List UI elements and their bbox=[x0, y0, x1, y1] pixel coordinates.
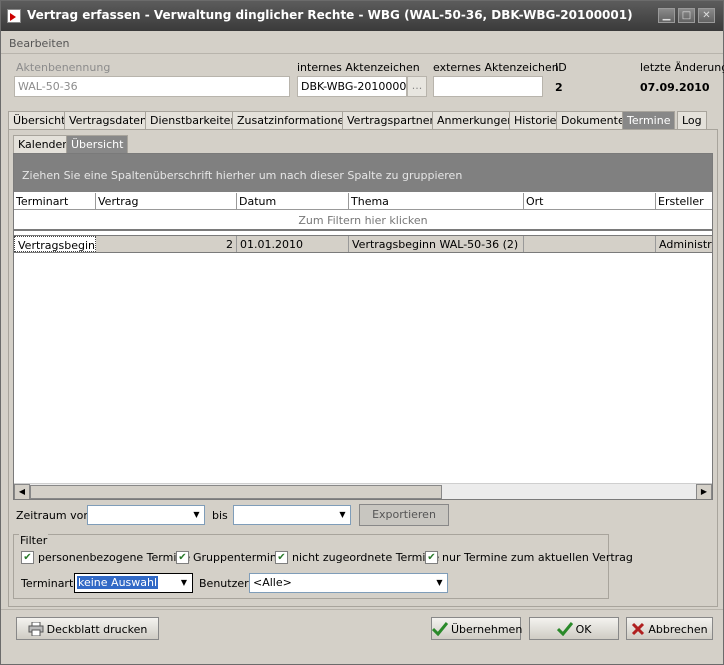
apply-label: Übernehmen bbox=[451, 623, 523, 636]
print-cover-button[interactable]: Deckblatt drucken bbox=[16, 617, 159, 640]
export-button[interactable]: Exportieren bbox=[359, 504, 449, 526]
aktenbenennung-label: Aktenbenennung bbox=[16, 61, 111, 74]
checkmark-icon bbox=[432, 622, 448, 636]
tab-uebersicht[interactable]: Übersicht bbox=[8, 111, 71, 129]
zeitraum-von-label: Zeitraum von bbox=[16, 509, 91, 522]
tab-vertragsdaten[interactable]: Vertragsdaten bbox=[64, 111, 153, 129]
checkmark-icon bbox=[556, 622, 573, 636]
print-cover-label: Deckblatt drucken bbox=[46, 623, 148, 636]
col-ort[interactable]: Ort bbox=[524, 193, 656, 210]
close-button[interactable]: ✕ bbox=[698, 8, 715, 23]
personenbezogene-termine-label[interactable]: personenbezogene Termine bbox=[38, 551, 190, 564]
tab-dienstbarkeiten[interactable]: Dienstbarkeiten bbox=[145, 111, 243, 129]
close-icon bbox=[632, 622, 645, 636]
minimize-button[interactable]: ▁ bbox=[658, 8, 675, 23]
scroll-left-icon[interactable]: ◀ bbox=[14, 484, 30, 499]
cancel-button[interactable]: Abbrechen bbox=[626, 617, 713, 640]
grid-header: Terminart Vertrag Datum Thema Ort Erstel… bbox=[14, 193, 712, 210]
id-value: 2 bbox=[555, 81, 563, 94]
check-icon[interactable]: ✔ bbox=[21, 551, 34, 564]
check-icon[interactable]: ✔ bbox=[275, 551, 288, 564]
gruppentermine-label[interactable]: Gruppentermine bbox=[193, 551, 284, 564]
terminart-value: keine Auswahl bbox=[77, 576, 159, 589]
internes-aktenzeichen-field[interactable]: DBK-WBG-20100001 bbox=[297, 76, 407, 97]
tab-dokumente[interactable]: Dokumente bbox=[556, 111, 630, 129]
tab-historie[interactable]: Historie bbox=[509, 111, 562, 129]
window-title: Vertrag erfassen - Verwaltung dinglicher… bbox=[27, 8, 633, 22]
check-icon[interactable]: ✔ bbox=[176, 551, 189, 564]
separator bbox=[1, 609, 723, 610]
nicht-zugeordnete-termine-label[interactable]: nicht zugeordnete Termine bbox=[292, 551, 439, 564]
app-icon bbox=[7, 9, 21, 23]
tab-anmerkungen[interactable]: Anmerkungen bbox=[432, 111, 520, 129]
printer-icon bbox=[28, 622, 44, 636]
aktenbenennung-field[interactable]: WAL-50-36 bbox=[14, 76, 290, 97]
col-ersteller[interactable]: Ersteller bbox=[656, 193, 712, 210]
group-by-panel[interactable]: Ziehen Sie eine Spaltenüberschrift hierh… bbox=[14, 154, 712, 192]
letzte-aenderung-value: 07.09.2010 bbox=[640, 81, 710, 94]
chevron-down-icon[interactable]: ▼ bbox=[177, 575, 191, 591]
tab-termine[interactable]: Termine bbox=[622, 111, 676, 130]
table-row[interactable]: Vertragsbeginn 2 01.01.2010 Vertragsbegi… bbox=[14, 235, 712, 253]
externes-aktenzeichen-field[interactable] bbox=[433, 76, 543, 97]
filter-title: Filter bbox=[19, 534, 49, 547]
contract-window: Vertrag erfassen - Verwaltung dinglicher… bbox=[0, 0, 724, 665]
browse-button[interactable]: ... bbox=[407, 76, 427, 97]
cancel-label: Abbrechen bbox=[648, 623, 708, 636]
benutzer-combo[interactable]: <Alle> ▼ bbox=[249, 573, 448, 593]
col-datum[interactable]: Datum bbox=[237, 193, 349, 210]
subtab-uebersicht[interactable]: Übersicht bbox=[66, 135, 129, 153]
benutzer-value: <Alle> bbox=[253, 576, 292, 589]
title-bar[interactable]: Vertrag erfassen - Verwaltung dinglicher… bbox=[1, 1, 723, 31]
scroll-right-icon[interactable]: ▶ bbox=[696, 484, 712, 499]
ok-label: OK bbox=[575, 623, 592, 636]
chevron-down-icon[interactable]: ▼ bbox=[188, 506, 204, 524]
id-label: ID bbox=[555, 61, 567, 74]
termine-grid: Ziehen Sie eine Spaltenüberschrift hierh… bbox=[13, 153, 713, 500]
benutzer-label: Benutzer bbox=[199, 577, 249, 590]
terminart-label: Terminart bbox=[21, 577, 74, 590]
maximize-button[interactable]: □ bbox=[678, 8, 695, 23]
terminart-combo[interactable]: keine Auswahl ▼ bbox=[74, 573, 193, 593]
bis-label: bis bbox=[212, 509, 228, 522]
nur-aktueller-vertrag-label[interactable]: nur Termine zum aktuellen Vertrag bbox=[442, 551, 633, 564]
col-terminart[interactable]: Terminart bbox=[14, 193, 96, 210]
col-thema[interactable]: Thema bbox=[349, 193, 524, 210]
chevron-down-icon[interactable]: ▼ bbox=[334, 506, 350, 524]
menu-edit[interactable]: Bearbeiten bbox=[9, 37, 69, 50]
internes-aktenzeichen-label: internes Aktenzeichen bbox=[297, 61, 420, 74]
cell-ort[interactable] bbox=[524, 236, 656, 252]
cell-datum[interactable]: 01.01.2010 bbox=[237, 236, 349, 252]
scroll-thumb[interactable] bbox=[30, 485, 442, 499]
subtab-kalender[interactable]: Kalender bbox=[13, 135, 72, 153]
grid-filter-row[interactable]: Zum Filtern hier klicken bbox=[14, 211, 712, 231]
check-icon[interactable]: ✔ bbox=[425, 551, 438, 564]
externes-aktenzeichen-label: externes Aktenzeichen bbox=[433, 61, 559, 74]
cell-ersteller[interactable]: Administrat bbox=[656, 236, 712, 252]
chevron-down-icon[interactable]: ▼ bbox=[431, 574, 447, 592]
tab-log[interactable]: Log bbox=[677, 111, 707, 129]
cell-thema[interactable]: Vertragsbeginn WAL-50-36 (2) bbox=[349, 236, 524, 252]
tab-vertragspartner[interactable]: Vertragspartner bbox=[342, 111, 440, 129]
zeitraum-von-combo[interactable]: ▼ bbox=[87, 505, 205, 525]
zeitraum-bis-combo[interactable]: ▼ bbox=[233, 505, 351, 525]
letzte-aenderung-label: letzte Änderung bbox=[640, 61, 724, 74]
col-vertrag[interactable]: Vertrag bbox=[96, 193, 237, 210]
tab-zusatzinformationen[interactable]: Zusatzinformationen bbox=[232, 111, 357, 129]
cell-terminart[interactable]: Vertragsbeginn bbox=[14, 236, 96, 252]
horizontal-scrollbar[interactable]: ◀ ▶ bbox=[14, 483, 712, 499]
apply-button[interactable]: Übernehmen bbox=[431, 617, 523, 640]
ok-button[interactable]: OK bbox=[529, 617, 619, 640]
cell-vertrag[interactable]: 2 bbox=[96, 236, 237, 252]
menu-bar: Bearbeiten bbox=[1, 32, 723, 54]
